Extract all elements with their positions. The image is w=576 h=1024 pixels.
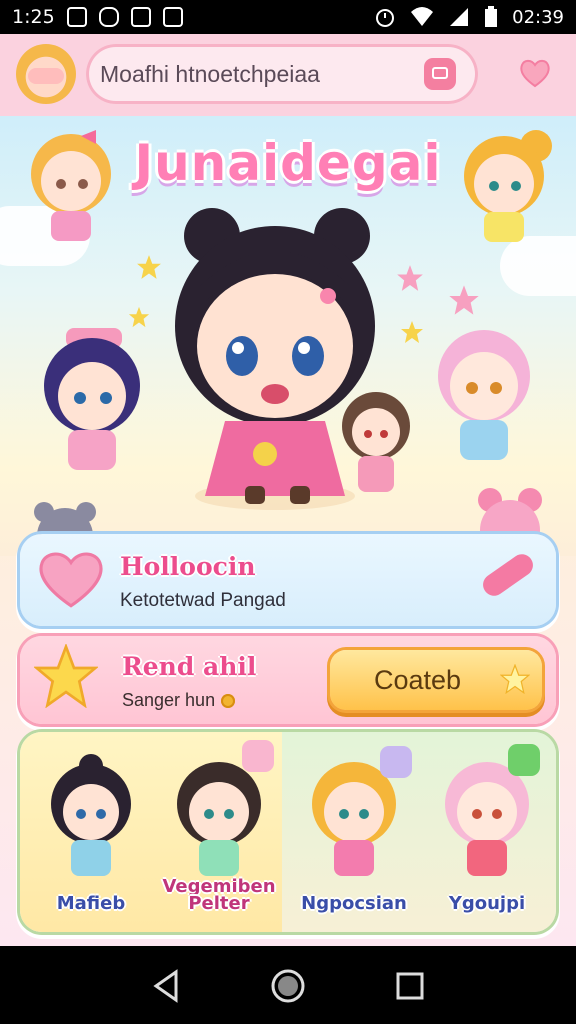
alarm-icon <box>376 9 395 27</box>
photo-notification-icon <box>66 7 87 27</box>
star-icon <box>401 321 423 343</box>
character-brown-hair[interactable] <box>336 386 416 506</box>
cell-signal-icon <box>450 8 469 26</box>
character-pink-hair[interactable] <box>424 316 544 466</box>
character-name: Ygoujpi <box>448 893 526 914</box>
reward-card-title: Rend ahil <box>122 652 257 681</box>
character-name: Mafieb <box>56 893 126 914</box>
top-bar: Moafhi htnoetchpeiaa <box>0 34 576 116</box>
reward-card-subtitle: Sanger hun <box>122 690 236 711</box>
event-card-title: Holloocin <box>120 552 256 581</box>
event-card-subtitle: Ketotetwad Pangad <box>120 590 286 611</box>
home-icon[interactable] <box>270 968 306 1004</box>
status-bar: 1:25 02:39 <box>0 0 576 34</box>
character-name: Ngpocsian <box>301 893 407 914</box>
star-icon <box>449 285 479 315</box>
character-select-panel: Mafieb Vegemiben Pelter Ngpocsian Ygoujp… <box>20 732 556 932</box>
event-card[interactable]: Holloocin Ketotetwad Pangad <box>20 534 556 626</box>
edit-icon[interactable] <box>380 746 412 778</box>
character-portrait <box>51 754 131 876</box>
character-purple-hair[interactable] <box>36 326 146 476</box>
coin-icon <box>221 694 236 709</box>
search-bar[interactable]: Moafhi htnoetchpeiaa <box>86 44 478 104</box>
search-input[interactable]: Moafhi htnoetchpeiaa <box>100 61 320 88</box>
chat-notification-icon <box>162 7 183 27</box>
star-icon <box>397 265 423 291</box>
character-name: Vegemiben Pelter <box>162 876 276 914</box>
camera-icon[interactable] <box>424 58 456 90</box>
star-icon <box>500 664 530 694</box>
hero-banner: Junaidegai <box>0 116 576 556</box>
star-icon <box>34 644 98 708</box>
app-notification-icon <box>98 7 119 27</box>
chat-bubble-icon[interactable] <box>508 744 540 776</box>
battery-icon <box>485 6 498 27</box>
bandage-icon <box>478 549 538 601</box>
back-icon[interactable] <box>148 968 184 1004</box>
star-icon <box>128 306 150 328</box>
recents-icon[interactable] <box>392 968 428 1004</box>
reward-card: Rend ahil Sanger hun Coateb <box>20 636 556 724</box>
character-yellow-girl[interactable] <box>456 126 556 246</box>
system-nav-bar <box>0 946 576 1024</box>
reward-subtitle-text: Sanger hun <box>122 690 216 710</box>
create-button[interactable]: Coateb <box>330 650 542 710</box>
status-clock: 02:39 <box>512 6 564 28</box>
character-slot[interactable]: Mafieb <box>26 732 156 932</box>
heart-icon <box>39 552 103 608</box>
star-icon <box>137 255 161 279</box>
profile-avatar[interactable] <box>16 44 76 104</box>
clipboard-notification-icon <box>130 7 151 27</box>
status-time: 1:25 <box>12 6 55 28</box>
favorite-heart-icon[interactable] <box>518 56 552 90</box>
wifi-icon <box>411 7 434 26</box>
character-blonde-girl[interactable] <box>26 126 116 246</box>
create-button-label: Coateb <box>374 664 462 695</box>
heart-badge-icon[interactable] <box>242 740 274 772</box>
game-screen: Moafhi htnoetchpeiaa Junaidegai Hollooci… <box>0 34 576 946</box>
